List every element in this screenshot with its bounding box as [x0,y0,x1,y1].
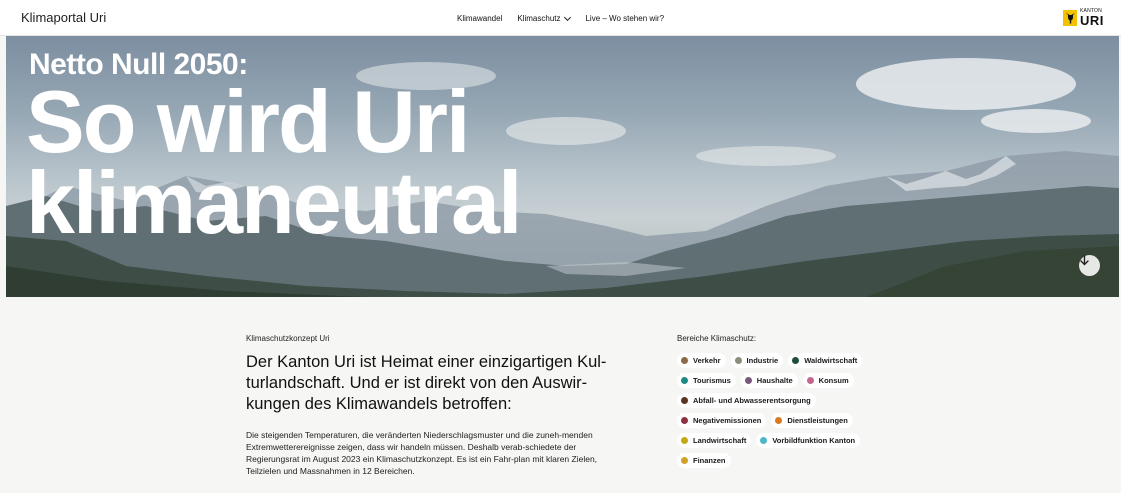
color-dot-icon [681,457,688,464]
area-chip-verkehr[interactable]: Verkehr [677,353,726,368]
nav-item-klimaschutz[interactable]: Klimaschutz [517,13,572,23]
intro-section: Klimaschutzkonzept Uri Der Kanton Uri is… [246,334,626,477]
hero-title-line: So wird Uri [26,72,471,171]
area-chip-dienstleistungen[interactable]: Dienstleistungen [771,413,853,428]
nav-item-label: Live – Wo stehen wir? [585,14,665,23]
main-navigation: Klimawandel Klimaschutz Live – Wo stehen… [457,13,664,23]
uri-bull-icon [1063,10,1077,26]
area-chip-negativemissionen[interactable]: Negativemissionen [677,413,767,428]
logo-big-text: URI [1080,13,1104,28]
area-chip-label: Landwirtschaft [693,436,747,445]
area-chip-list: Verkehr Industrie Waldwirtschaft Tourismus H… [677,353,867,468]
area-chip-finanzen[interactable]: Finanzen [677,453,731,468]
area-chip-label: Waldwirtschaft [804,356,858,365]
nav-item-klimawandel[interactable]: Klimawandel [457,14,502,23]
nav-item-label: Klimaschutz [517,14,561,23]
area-chip-haushalte[interactable]: Haushalte [740,373,798,388]
color-dot-icon [681,397,688,404]
area-chip-label: Konsum [818,376,849,385]
color-dot-icon [744,377,752,384]
color-dot-icon [681,437,688,444]
area-chip-label: Vorbildfunktion Kanton [772,436,856,445]
color-dot-icon [681,417,688,424]
scroll-down-button[interactable] [1079,255,1100,276]
color-dot-icon [760,437,768,444]
nav-item-label: Klimawandel [457,14,503,23]
color-dot-icon [734,357,742,364]
area-chip-label: Dienstleistungen [787,416,848,425]
color-dot-icon [775,417,783,424]
hero-title: So wird Uri klimaneutral [26,72,826,252]
area-chip-label: Industrie [746,356,779,365]
color-dot-icon [681,377,688,384]
color-dot-icon [792,357,800,364]
climate-areas-section: Bereiche Klimaschutz: Verkehr Industrie Wa… [677,334,877,468]
areas-label: Bereiche Klimaschutz: [677,334,757,343]
area-chip-label: Negativemissionen [693,416,762,425]
area-chip-waldwirtschaft[interactable]: Waldwirtschaft [788,353,863,368]
area-chip-tourismus[interactable]: Tourismus [677,373,736,388]
kanton-uri-logo[interactable]: KANTON URI [1063,9,1104,27]
intro-body: Die steigenden Temperaturen, die verände… [246,430,598,476]
top-navigation-bar: Klimaportal Uri Klimawandel Klimaschutz … [0,0,1121,36]
intro-eyebrow: Klimaschutzkonzept Uri [246,334,330,343]
area-chip-abfall-und-abwasserentsorgung[interactable]: Abfall- und Abwasserentsorgung [677,393,816,408]
area-chip-label: Verkehr [693,356,721,365]
area-chip-konsum[interactable]: Konsum [802,373,854,388]
color-dot-icon [806,377,814,384]
chevron-down-icon [564,13,572,21]
area-chip-label: Tourismus [693,376,731,385]
color-dot-icon [681,357,688,364]
intro-headline: Der Kanton Uri ist Heimat einer einzigar… [246,353,607,413]
area-chip-label: Finanzen [693,456,726,465]
hero-banner: Netto Null 2050: So wird Uri klimaneutra… [6,36,1119,297]
area-chip-label: Abfall- und Abwasserentsorgung [693,396,811,405]
nav-item-live[interactable]: Live – Wo stehen wir? [585,14,664,23]
hero-title-line: klimaneutral [26,152,522,252]
area-chip-label: Haushalte [756,376,793,385]
area-chip-industrie[interactable]: Industrie [730,353,784,368]
area-chip-vorbildfunktion-kanton[interactable]: Vorbildfunktion Kanton [756,433,861,448]
area-chip-landwirtschaft[interactable]: Landwirtschaft [677,433,752,448]
site-brand-link[interactable]: Klimaportal Uri [21,10,106,25]
arrow-down-icon [1080,255,1089,266]
